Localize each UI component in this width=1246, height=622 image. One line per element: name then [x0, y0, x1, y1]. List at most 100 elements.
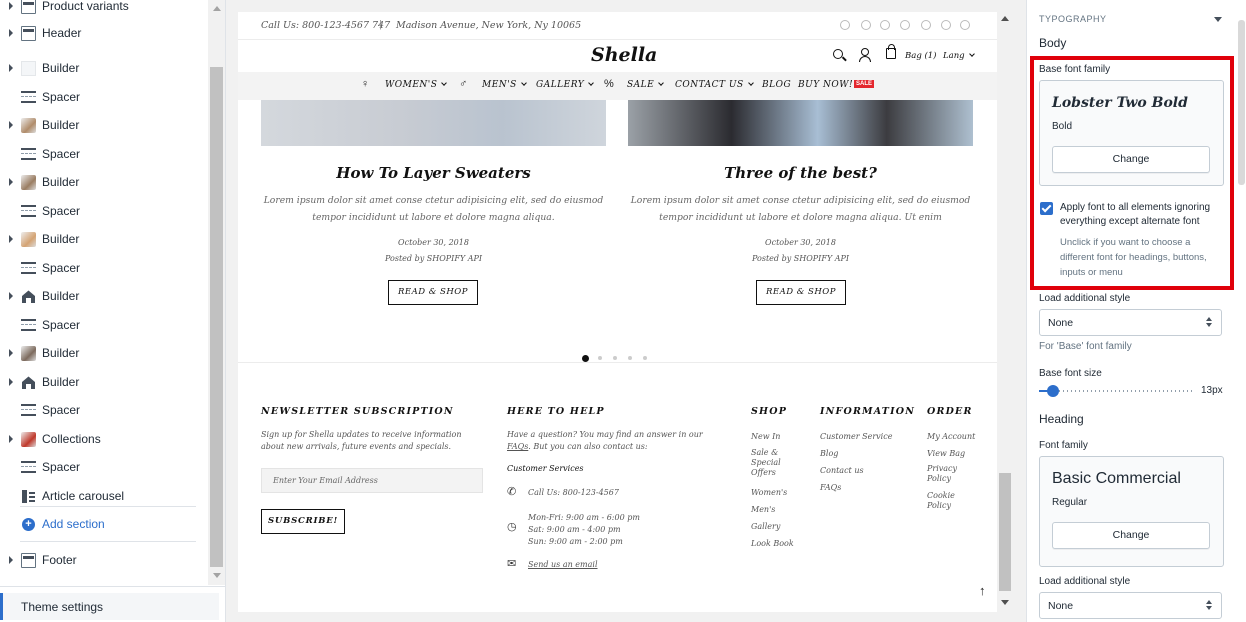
sidebar-item-header[interactable]: Header — [0, 21, 208, 45]
email-link[interactable]: Send us an email — [528, 559, 598, 571]
sidebar-item-builder[interactable]: Builder — [0, 113, 208, 137]
footer-link[interactable]: New In — [751, 432, 801, 442]
back-to-top-arrow-icon[interactable]: ↑ — [979, 583, 986, 598]
sidebar-item-spacer[interactable]: Spacer — [0, 313, 208, 337]
post-title[interactable]: Three of the best? — [628, 164, 973, 182]
carousel-dot[interactable] — [628, 356, 632, 360]
sidebar-item-builder[interactable]: Builder — [0, 370, 208, 394]
footer-link[interactable]: Sale & Special Offers — [751, 448, 787, 478]
expand-caret-icon[interactable] — [9, 556, 13, 564]
skype-icon[interactable] — [960, 20, 970, 30]
nav-blog[interactable]: BLOG — [762, 80, 791, 90]
post-image[interactable] — [261, 100, 606, 146]
facebook-icon[interactable] — [840, 20, 850, 30]
youtube-icon[interactable] — [921, 20, 931, 30]
footer-link[interactable]: Blog — [820, 449, 910, 459]
sidebar-item-footer[interactable]: Footer — [0, 548, 208, 572]
footer-link[interactable]: FAQs — [820, 483, 910, 493]
scroll-up-arrow-icon[interactable] — [213, 6, 221, 11]
typography-section-title[interactable]: TYPOGRAPHY — [1039, 14, 1107, 24]
settings-scrollbar[interactable] — [1237, 0, 1246, 622]
nav-buy-now[interactable]: BUY NOW! — [798, 80, 853, 90]
twitter-icon[interactable] — [861, 20, 871, 30]
scrollbar-thumb[interactable] — [210, 67, 223, 567]
bag-icon[interactable] — [886, 44, 896, 59]
sidebar-scrollbar[interactable] — [208, 0, 225, 585]
sidebar-item-collections[interactable]: Collections — [0, 427, 208, 451]
sidebar-item-product-variants[interactable]: Product variants — [0, 0, 208, 18]
sidebar-item-builder[interactable]: Builder — [0, 341, 208, 365]
footer-link[interactable]: Customer Service — [820, 432, 910, 442]
load-style-select[interactable]: None — [1039, 309, 1222, 336]
post-title[interactable]: How To Layer Sweaters — [261, 164, 606, 182]
sidebar-item-spacer[interactable]: Spacer — [0, 199, 208, 223]
sidebar-item-spacer[interactable]: Spacer — [0, 256, 208, 280]
carousel-dot[interactable] — [598, 356, 602, 360]
scroll-down-arrow-icon[interactable] — [1001, 600, 1009, 605]
carousel-dot[interactable] — [643, 356, 647, 360]
nav-gallery[interactable]: GALLERY — [536, 80, 594, 90]
footer-link[interactable]: View Bag — [927, 449, 982, 459]
scrollbar-thumb[interactable] — [1238, 20, 1245, 185]
sidebar-item-article-carousel[interactable]: Article carousel — [0, 484, 208, 508]
scroll-up-arrow-icon[interactable] — [1001, 16, 1009, 21]
footer-link[interactable]: Cookie Policy — [927, 491, 961, 511]
footer-link[interactable]: Women's — [751, 488, 801, 498]
footer-link[interactable]: Gallery — [751, 522, 801, 532]
store-logo[interactable]: Shella — [591, 44, 657, 66]
carousel-dot-active[interactable] — [582, 355, 589, 362]
expand-caret-icon[interactable] — [9, 292, 13, 300]
change-font-button[interactable]: Change — [1052, 146, 1210, 173]
sidebar-item-builder[interactable]: Builder — [0, 170, 208, 194]
footer-link[interactable]: Privacy Policy — [927, 464, 961, 484]
scroll-down-arrow-icon[interactable] — [213, 573, 221, 578]
expand-caret-icon[interactable] — [9, 64, 13, 72]
footer-link[interactable]: My Account — [927, 432, 982, 442]
faq-link[interactable]: FAQs — [507, 442, 528, 451]
theme-settings-tab[interactable]: Theme settings — [0, 593, 219, 620]
language-select[interactable]: Lang — [943, 51, 975, 61]
nav-sale[interactable]: SALE — [627, 80, 665, 90]
scrollbar-thumb[interactable] — [999, 473, 1011, 591]
footer-link[interactable]: Contact us — [820, 466, 910, 476]
behance-icon[interactable] — [941, 20, 951, 30]
expand-caret-icon[interactable] — [9, 435, 13, 443]
expand-caret-icon[interactable] — [9, 378, 13, 386]
font-size-slider-handle[interactable] — [1047, 385, 1059, 397]
nav-contact[interactable]: CONTACT US — [675, 80, 754, 90]
sidebar-item-spacer[interactable]: Spacer — [0, 142, 208, 166]
expand-caret-icon[interactable] — [9, 29, 13, 37]
footer-link[interactable]: Men's — [751, 505, 801, 515]
expand-caret-icon[interactable] — [9, 349, 13, 357]
read-shop-button[interactable]: READ & SHOP — [388, 280, 478, 305]
sidebar-item-builder[interactable]: Builder — [0, 227, 208, 251]
apply-font-checkbox[interactable] — [1040, 202, 1053, 215]
footer-link[interactable]: Look Book — [751, 539, 801, 549]
bag-label[interactable]: Bag (1) — [905, 51, 937, 61]
sidebar-item-spacer[interactable]: Spacer — [0, 398, 208, 422]
apply-font-label[interactable]: Apply font to all elements ignoring ever… — [1060, 201, 1220, 229]
sidebar-item-builder[interactable]: Builder — [0, 56, 208, 80]
expand-caret-icon[interactable] — [9, 178, 13, 186]
subscribe-button[interactable]: SUBSCRIBE! — [261, 509, 345, 534]
sidebar-item-spacer[interactable]: Spacer — [0, 455, 208, 479]
change-font-button[interactable]: Change — [1052, 522, 1210, 549]
preview-scrollbar[interactable] — [997, 12, 1013, 612]
font-size-slider-track[interactable] — [1039, 390, 1194, 392]
sidebar-item-spacer[interactable]: Spacer — [0, 85, 208, 109]
instagram-icon[interactable] — [880, 20, 890, 30]
expand-caret-icon[interactable] — [9, 2, 13, 10]
nav-mens[interactable]: MEN'S — [482, 80, 527, 90]
collapse-caret-icon[interactable] — [1214, 17, 1222, 22]
expand-caret-icon[interactable] — [9, 235, 13, 243]
pinterest-icon[interactable] — [900, 20, 910, 30]
newsletter-email-input[interactable]: Enter Your Email Address — [261, 468, 483, 493]
add-section-button[interactable]: + Add section — [0, 514, 208, 536]
carousel-dot[interactable] — [613, 356, 617, 360]
expand-caret-icon[interactable] — [9, 121, 13, 129]
heading-load-style-select[interactable]: None — [1039, 592, 1222, 619]
read-shop-button[interactable]: READ & SHOP — [756, 280, 846, 305]
search-icon[interactable] — [833, 49, 843, 59]
sidebar-item-builder[interactable]: Builder — [0, 284, 208, 308]
post-image[interactable] — [628, 100, 973, 146]
